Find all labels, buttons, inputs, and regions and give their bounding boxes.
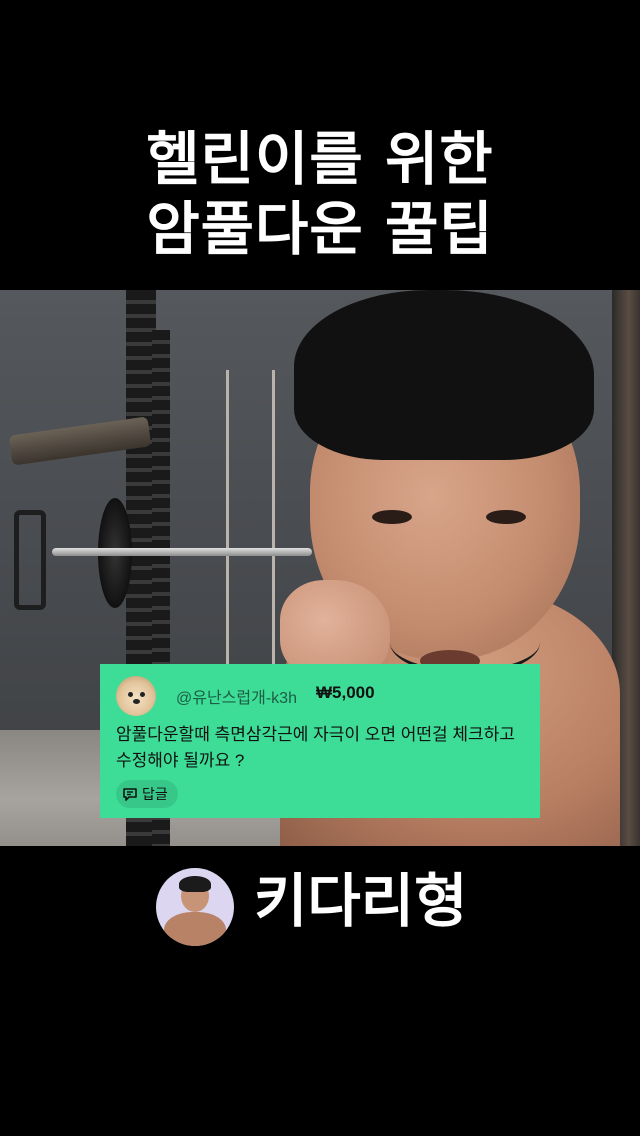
avatar-eye xyxy=(140,692,145,697)
commenter-username[interactable]: @유난스럽개-k3h xyxy=(176,684,297,708)
presenter-eye xyxy=(486,510,526,524)
avatar-nose xyxy=(133,699,140,704)
reply-label: 답글 xyxy=(142,786,168,802)
super-chat-amount: ₩5,000 xyxy=(316,683,375,702)
cable xyxy=(226,370,229,670)
title-line-2: 암풀다운 꿀팁 xyxy=(146,195,494,263)
comment-text: 암풀다운할때 측면삼각근에 자극이 오면 어떤걸 체크하고 수정해야 될까요 ? xyxy=(116,725,515,770)
title-area: 헬린이를 위한 암풀다운 꿀팁 xyxy=(0,0,640,290)
channel-name[interactable]: 키다리형 xyxy=(254,872,467,930)
barbell xyxy=(52,548,312,556)
super-chat-comment[interactable]: @유난스럽개-k3h ₩5,000 암풀다운할때 측면삼각근에 자극이 오면 어… xyxy=(100,664,540,818)
presenter-hair xyxy=(294,290,594,460)
commenter-avatar[interactable] xyxy=(116,676,156,716)
cable-handle xyxy=(14,510,46,610)
cable xyxy=(272,370,275,670)
avatar-eye xyxy=(128,692,133,697)
presenter-eye xyxy=(372,510,412,524)
title-line-1: 헬린이를 위한 xyxy=(146,125,494,193)
reply-button[interactable]: 답글 xyxy=(116,780,178,808)
avatar-body xyxy=(164,912,226,946)
avatar-hair xyxy=(179,876,211,892)
reply-icon xyxy=(123,788,137,801)
channel-avatar[interactable] xyxy=(156,868,234,946)
